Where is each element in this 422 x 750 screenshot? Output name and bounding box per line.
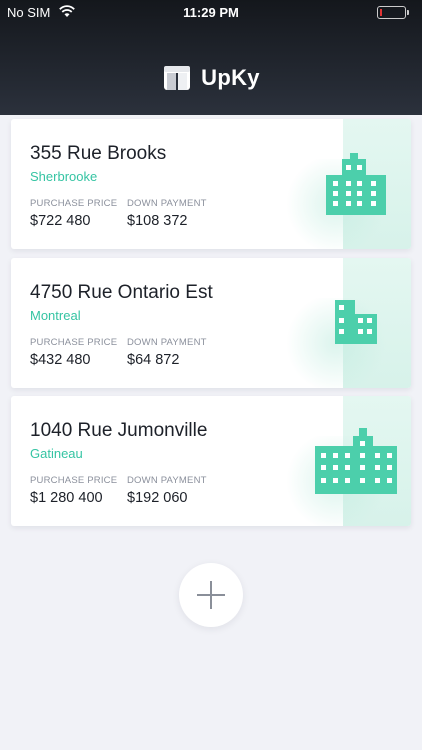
property-city: Sherbrooke: [30, 169, 98, 184]
property-address: 1040 Rue Jumonville: [30, 420, 208, 441]
down-payment-value: $108 372: [127, 213, 188, 229]
status-bar: No SIM 11:29 PM: [0, 0, 422, 24]
down-payment-label: DOWN PAYMENT: [127, 337, 207, 348]
building-large-icon: [326, 153, 386, 215]
purchase-price-value: $432 480: [30, 352, 91, 368]
status-time: 11:29 PM: [183, 5, 239, 20]
down-payment-value: $192 060: [127, 490, 188, 506]
down-payment-value: $64 872: [127, 352, 180, 368]
app-header: No SIM 11:29 PM UpKy: [0, 0, 422, 115]
brand: UpKy: [0, 62, 422, 94]
down-payment-label: DOWN PAYMENT: [127, 198, 207, 209]
property-city: Gatineau: [30, 446, 83, 461]
building-wide-icon: [315, 428, 397, 494]
purchase-price-label: PURCHASE PRICE: [30, 198, 118, 209]
purchase-price-label: PURCHASE PRICE: [30, 475, 118, 486]
add-property-button[interactable]: [179, 563, 243, 627]
property-card[interactable]: 4750 Rue Ontario Est Montreal PURCHASE P…: [11, 258, 411, 388]
purchase-price-value: $722 480: [30, 213, 91, 229]
purchase-price-label: PURCHASE PRICE: [30, 337, 118, 348]
property-card[interactable]: 1040 Rue Jumonville Gatineau PURCHASE PR…: [11, 396, 411, 526]
app-name: UpKy: [201, 65, 260, 90]
plus-icon: [197, 581, 225, 609]
logo-icon: [164, 66, 191, 90]
purchase-price-value: $1 280 400: [30, 490, 103, 506]
down-payment-label: DOWN PAYMENT: [127, 475, 207, 486]
battery-icon: [377, 6, 409, 19]
building-small-icon: [335, 300, 377, 344]
property-address: 355 Rue Brooks: [30, 143, 167, 164]
property-card[interactable]: 355 Rue Brooks Sherbrooke PURCHASE PRICE…: [11, 119, 411, 249]
property-city: Montreal: [30, 308, 81, 323]
property-address: 4750 Rue Ontario Est: [30, 282, 213, 303]
